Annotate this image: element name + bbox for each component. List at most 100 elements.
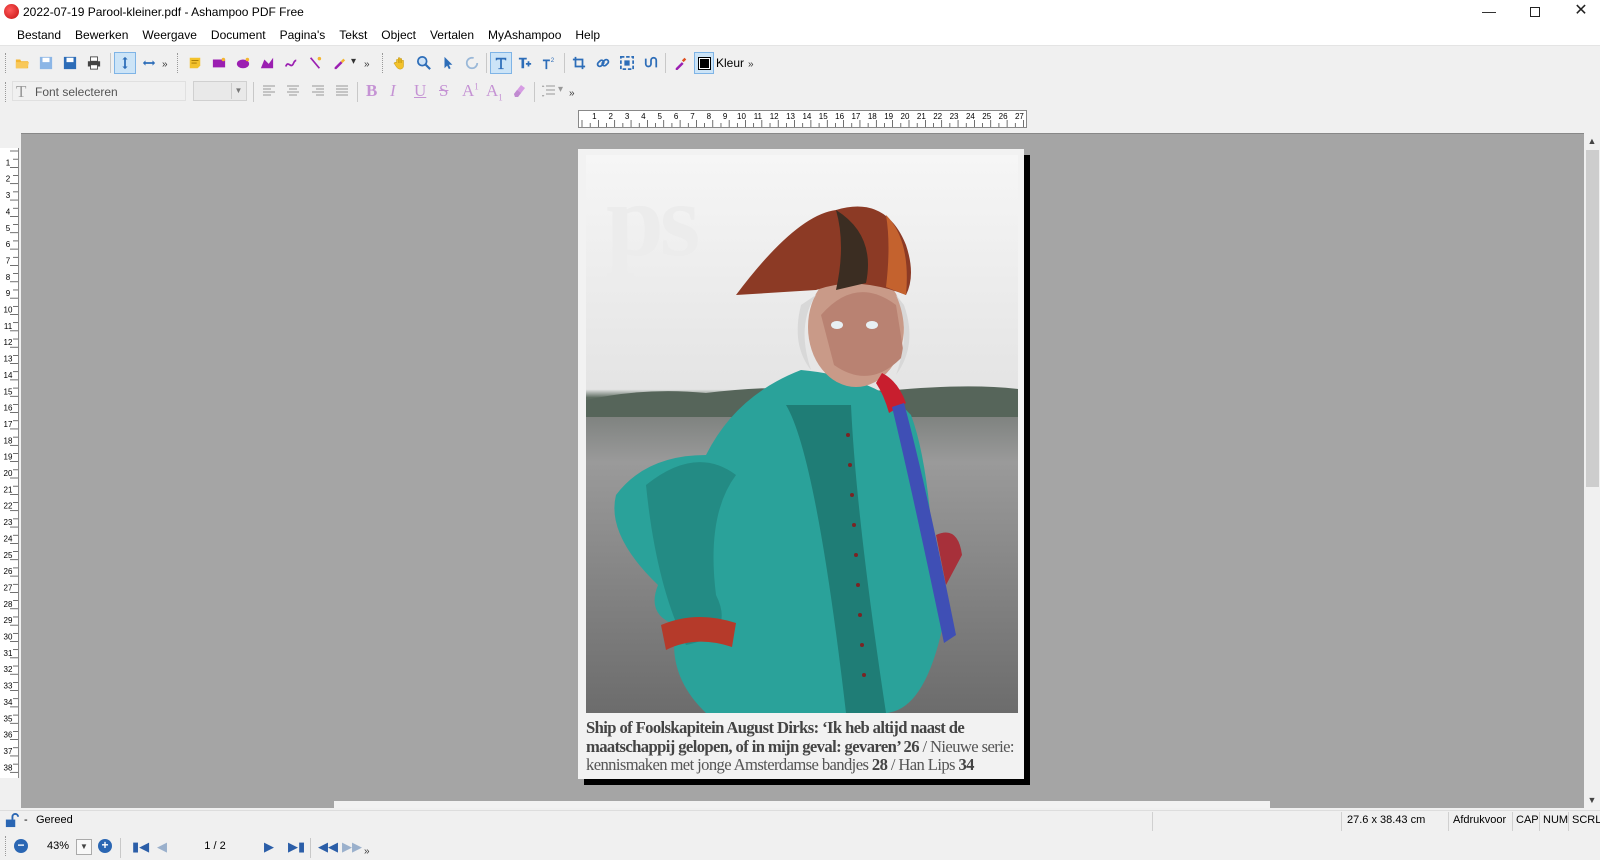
snapshot-button[interactable] bbox=[616, 52, 638, 74]
link-button[interactable] bbox=[592, 52, 614, 74]
freehand-icon bbox=[284, 59, 297, 67]
status-bar: - Gereed 27.6 x 38.43 cm Afdrukvoor CAP … bbox=[0, 810, 1600, 832]
page-indicator[interactable]: 1 / 2 bbox=[175, 840, 255, 852]
scroll-up-icon[interactable]: ▲ bbox=[1584, 133, 1600, 149]
ruler-label: 37 bbox=[4, 747, 13, 756]
hand-tool-button[interactable] bbox=[389, 52, 411, 74]
num-lock-indicator: NUM bbox=[1543, 814, 1569, 826]
underline-icon[interactable]: U bbox=[414, 81, 426, 101]
font-select[interactable]: T Font selecteren bbox=[12, 81, 186, 101]
cover-photo: ps bbox=[586, 155, 1018, 713]
color-picker-button[interactable] bbox=[670, 52, 692, 74]
ruler-label: 5 bbox=[658, 112, 663, 121]
line-spacing-dropdown-icon[interactable]: ▾ bbox=[558, 84, 563, 95]
toolbar-overflow-3[interactable]: » bbox=[748, 59, 754, 70]
crop-button[interactable] bbox=[568, 52, 590, 74]
vertical-scrollbar[interactable]: ▲ ▼ bbox=[1584, 133, 1600, 808]
superscript-icon[interactable]: A1 bbox=[462, 81, 479, 101]
color-label[interactable]: Kleur bbox=[716, 56, 744, 70]
toolbar-overflow-2[interactable]: » bbox=[364, 59, 370, 70]
restore-button[interactable] bbox=[1512, 0, 1558, 22]
menu-myashampoo[interactable]: MyAshampoo bbox=[481, 24, 568, 46]
stamp-tool-button[interactable] bbox=[328, 52, 350, 74]
scroll-down-icon[interactable]: ▼ bbox=[1584, 792, 1600, 808]
zoom-dropdown-icon[interactable]: ▼ bbox=[76, 839, 92, 855]
open-button[interactable] bbox=[11, 52, 33, 74]
edit-text-button[interactable] bbox=[490, 52, 512, 74]
pdf-page[interactable]: ps Ship of Foolskapitein August Dirks: ‘… bbox=[578, 149, 1024, 779]
menu-bewerken[interactable]: Bewerken bbox=[68, 24, 135, 46]
pdf-page-2-edge[interactable] bbox=[334, 801, 1270, 808]
line-spacing-icon[interactable] bbox=[542, 84, 556, 98]
ruler-label: 6 bbox=[674, 112, 679, 121]
freehand-tool-button[interactable] bbox=[280, 52, 302, 74]
unlock-icon[interactable] bbox=[4, 813, 19, 828]
menu-weergave[interactable]: Weergave bbox=[135, 24, 203, 46]
zoom-level[interactable]: 43% bbox=[36, 840, 80, 852]
polygon-tool-button[interactable] bbox=[256, 52, 278, 74]
color-swatch-button[interactable] bbox=[694, 52, 714, 74]
insert-pages-button[interactable] bbox=[640, 52, 662, 74]
menu-help[interactable]: Help bbox=[568, 24, 607, 46]
ruler-label: 4 bbox=[6, 207, 11, 216]
line-tool-button[interactable] bbox=[304, 52, 326, 74]
ruler-label: 11 bbox=[754, 112, 763, 121]
zoom-out-button[interactable]: − bbox=[14, 839, 28, 853]
rectangle-tool-button[interactable] bbox=[208, 52, 230, 74]
ellipse-tool-button[interactable] bbox=[232, 52, 254, 74]
zoom-in-button[interactable]: + bbox=[98, 839, 112, 853]
menu-vertalen[interactable]: Vertalen bbox=[423, 24, 481, 46]
strikethrough-icon[interactable]: S bbox=[439, 81, 448, 101]
eraser-icon[interactable] bbox=[511, 82, 527, 98]
nav-overflow[interactable]: » bbox=[364, 846, 370, 857]
close-button[interactable]: ✕ bbox=[1558, 0, 1600, 22]
subscript-icon[interactable]: A1 bbox=[486, 81, 503, 102]
ruler-label: 25 bbox=[982, 112, 991, 121]
align-right-icon[interactable] bbox=[311, 84, 325, 98]
superscript-tool-button[interactable]: 2 bbox=[538, 52, 560, 74]
previous-page-icon[interactable]: ◀ bbox=[157, 839, 167, 855]
menu-object[interactable]: Object bbox=[374, 24, 423, 46]
forward-view-icon[interactable]: ▶▶ bbox=[342, 839, 362, 855]
text-add-icon bbox=[518, 57, 532, 69]
print-button[interactable] bbox=[83, 52, 105, 74]
note-button[interactable] bbox=[184, 52, 206, 74]
italic-icon[interactable]: I bbox=[390, 81, 396, 101]
menu-tekst[interactable]: Tekst bbox=[332, 24, 374, 46]
ruler-label: 35 bbox=[4, 714, 13, 723]
minimize-button[interactable]: — bbox=[1466, 0, 1512, 22]
ruler-label: 31 bbox=[4, 649, 13, 658]
align-justify-icon[interactable] bbox=[335, 84, 349, 98]
stamp-dropdown-icon[interactable]: ▾ bbox=[351, 56, 356, 67]
ruler-label: 13 bbox=[4, 355, 13, 364]
ruler-label: 7 bbox=[690, 112, 695, 121]
toolbar-overflow[interactable]: » bbox=[162, 59, 168, 70]
ruler-label: 29 bbox=[4, 616, 13, 625]
last-page-icon[interactable]: ▶▮ bbox=[288, 839, 305, 855]
document-workspace[interactable]: ps Ship of Foolskapitein August Dirks: ‘… bbox=[21, 133, 1584, 808]
toolbar-grip[interactable] bbox=[5, 53, 7, 73]
ruler-label: 23 bbox=[950, 112, 959, 121]
save-as-button[interactable] bbox=[59, 52, 81, 74]
fit-height-button[interactable] bbox=[114, 52, 136, 74]
bold-icon[interactable]: B bbox=[366, 81, 377, 101]
font-size-select[interactable]: ▼ bbox=[193, 81, 247, 101]
scroll-thumb[interactable] bbox=[1586, 150, 1599, 487]
zoom-tool-button[interactable] bbox=[413, 52, 435, 74]
menu-paginas[interactable]: Pagina's bbox=[273, 24, 333, 46]
menu-document[interactable]: Document bbox=[204, 24, 273, 46]
save-button[interactable] bbox=[35, 52, 57, 74]
align-left-icon[interactable] bbox=[262, 84, 276, 98]
back-view-icon[interactable]: ◀◀ bbox=[318, 839, 338, 855]
menu-bestand[interactable]: Bestand bbox=[10, 24, 68, 46]
add-text-button[interactable] bbox=[514, 52, 536, 74]
select-tool-button[interactable] bbox=[437, 52, 459, 74]
vertical-ruler: 1 2 3 4 5 6 7 8 9 10 11 12 13 14 15 16 17 18 19 20 21 22 23 24 2… bbox=[0, 148, 19, 778]
ruler-label: 12 bbox=[4, 338, 13, 347]
format-overflow[interactable]: » bbox=[569, 88, 575, 99]
next-page-icon[interactable]: ▶ bbox=[264, 839, 274, 855]
align-center-icon[interactable] bbox=[286, 84, 300, 98]
first-page-icon[interactable]: ▮◀ bbox=[132, 839, 149, 855]
rotate-button[interactable] bbox=[461, 52, 483, 74]
fit-width-button[interactable] bbox=[138, 52, 160, 74]
